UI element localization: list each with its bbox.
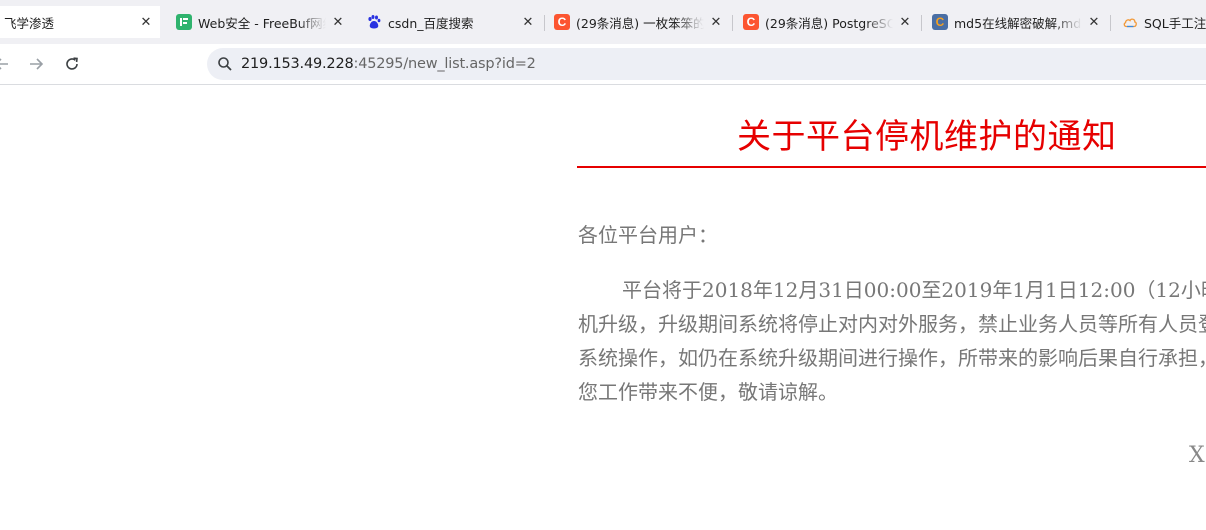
tab-baidu[interactable]: csdn_百度搜索 ✕ xyxy=(356,6,542,38)
close-icon[interactable]: ✕ xyxy=(138,14,154,30)
tab-title: SQL手工注入 xyxy=(1144,15,1206,31)
close-icon[interactable]: ✕ xyxy=(330,14,346,30)
tab-freebuf[interactable]: Web安全 - FreeBuf网络 ✕ xyxy=(166,6,352,38)
forward-button[interactable] xyxy=(22,50,50,78)
tab-title: Web安全 - FreeBuf网络 xyxy=(198,15,326,31)
tab-title: md5在线解密破解,md5解 xyxy=(954,15,1082,31)
reload-icon xyxy=(66,57,78,70)
tab-sql[interactable]: SQL手工注入 xyxy=(1112,6,1206,38)
tab-cmd5[interactable]: C md5在线解密破解,md5解 ✕ xyxy=(922,6,1108,38)
page-content: 关于平台停机维护的通知 各位平台用户： 平台将于2018年12月31日00:00… xyxy=(0,85,1206,530)
arrow-left-icon xyxy=(0,58,8,70)
cmd5-icon: C xyxy=(932,14,948,30)
notice-line: 机升级，升级期间系统将停止对内对外服务，禁止业务人员等所有人员登录 xyxy=(578,312,1206,336)
tab-title: (29条消息) 一枚笨笨的大 xyxy=(576,15,704,31)
url-host: 219.153.49.228 xyxy=(241,56,354,72)
tab-title: csdn_百度搜索 xyxy=(388,15,474,31)
close-notice-button[interactable]: X xyxy=(1189,443,1205,468)
notice-line: 系统操作，如仍在系统升级期间进行操作，所带来的影响后果自行承担，给 xyxy=(578,346,1206,370)
title-divider xyxy=(577,166,1206,168)
arrow-right-icon xyxy=(30,58,44,70)
notice-body: 平台将于2018年12月31日00:00至2019年1月1日12:00（12小时… xyxy=(578,273,1206,409)
close-icon[interactable]: ✕ xyxy=(708,14,724,30)
baidu-paw-icon xyxy=(366,14,382,30)
reload-button[interactable] xyxy=(58,50,86,78)
cloud-icon xyxy=(1122,14,1138,30)
tab-title: 飞学渗透 xyxy=(4,15,55,31)
tab-separator xyxy=(1110,15,1111,31)
back-button[interactable] xyxy=(0,50,16,78)
csdn-c-icon: C xyxy=(554,14,570,30)
notice-greeting: 各位平台用户： xyxy=(578,223,718,247)
close-icon[interactable]: ✕ xyxy=(897,14,913,30)
search-icon xyxy=(217,56,233,72)
tab-title: (29条消息) PostgreSQL手 xyxy=(765,15,893,31)
close-icon[interactable]: ✕ xyxy=(520,14,536,30)
notice-line: 您工作带来不便，敬请谅解。 xyxy=(578,380,838,404)
tab-strip: 飞学渗透 ✕ Web安全 - FreeBuf网络 ✕ csdn_百度搜索 ✕ C… xyxy=(0,0,1206,44)
url-text[interactable]: 219.153.49.228:45295/new_list.asp?id=2 xyxy=(241,56,536,72)
tab-csdn-2[interactable]: C (29条消息) PostgreSQL手 ✕ xyxy=(733,6,919,38)
freebuf-icon xyxy=(176,14,192,30)
tab-csdn-1[interactable]: C (29条消息) 一枚笨笨的大 ✕ xyxy=(544,6,730,38)
address-bar[interactable]: 219.153.49.228:45295/new_list.asp?id=2 xyxy=(207,48,1206,80)
tab-feixue[interactable]: 飞学渗透 ✕ xyxy=(0,6,160,38)
notice-line: 平台将于2018年12月31日00:00至2019年1月1日12:00（12小时… xyxy=(622,278,1206,302)
close-icon[interactable]: ✕ xyxy=(1086,14,1102,30)
page-title: 关于平台停机维护的通知 xyxy=(737,117,1117,157)
url-path: :45295/new_list.asp?id=2 xyxy=(353,56,536,72)
csdn-c-icon: C xyxy=(743,14,759,30)
